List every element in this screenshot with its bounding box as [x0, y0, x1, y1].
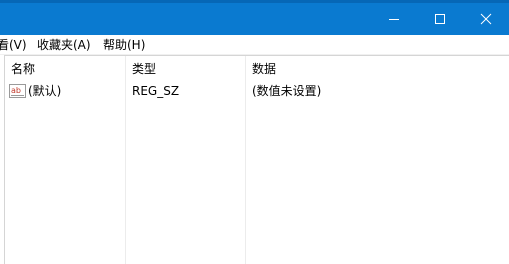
maximize-button[interactable] — [417, 3, 463, 35]
minimize-icon — [389, 19, 399, 20]
menu-bar: 看(V) 收藏夹(A) 帮助(H) — [0, 35, 509, 55]
column-header-data[interactable]: 数据 — [252, 61, 276, 77]
values-list[interactable]: 名称 类型 数据 ab (默认) REG_SZ (数值未设置) — [4, 55, 509, 264]
menu-help[interactable]: 帮助(H) — [103, 37, 145, 53]
maximize-icon — [435, 14, 445, 24]
minimize-button[interactable] — [371, 3, 417, 35]
column-header-name[interactable]: 名称 — [11, 61, 35, 77]
menu-favorites[interactable]: 收藏夹(A) — [37, 37, 91, 53]
column-header-type[interactable]: 类型 — [132, 61, 156, 77]
row-type: REG_SZ — [132, 84, 180, 98]
string-value-icon: ab — [9, 84, 26, 98]
menu-view[interactable]: 看(V) — [0, 37, 27, 53]
close-icon — [480, 13, 492, 25]
title-bar[interactable] — [0, 0, 509, 35]
close-button[interactable] — [463, 3, 509, 35]
svg-text:ab: ab — [11, 86, 21, 95]
row-name: (默认) — [28, 84, 62, 98]
row-data: (数值未设置) — [252, 84, 322, 98]
table-row[interactable]: ab (默认) REG_SZ (数值未设置) — [5, 81, 505, 101]
